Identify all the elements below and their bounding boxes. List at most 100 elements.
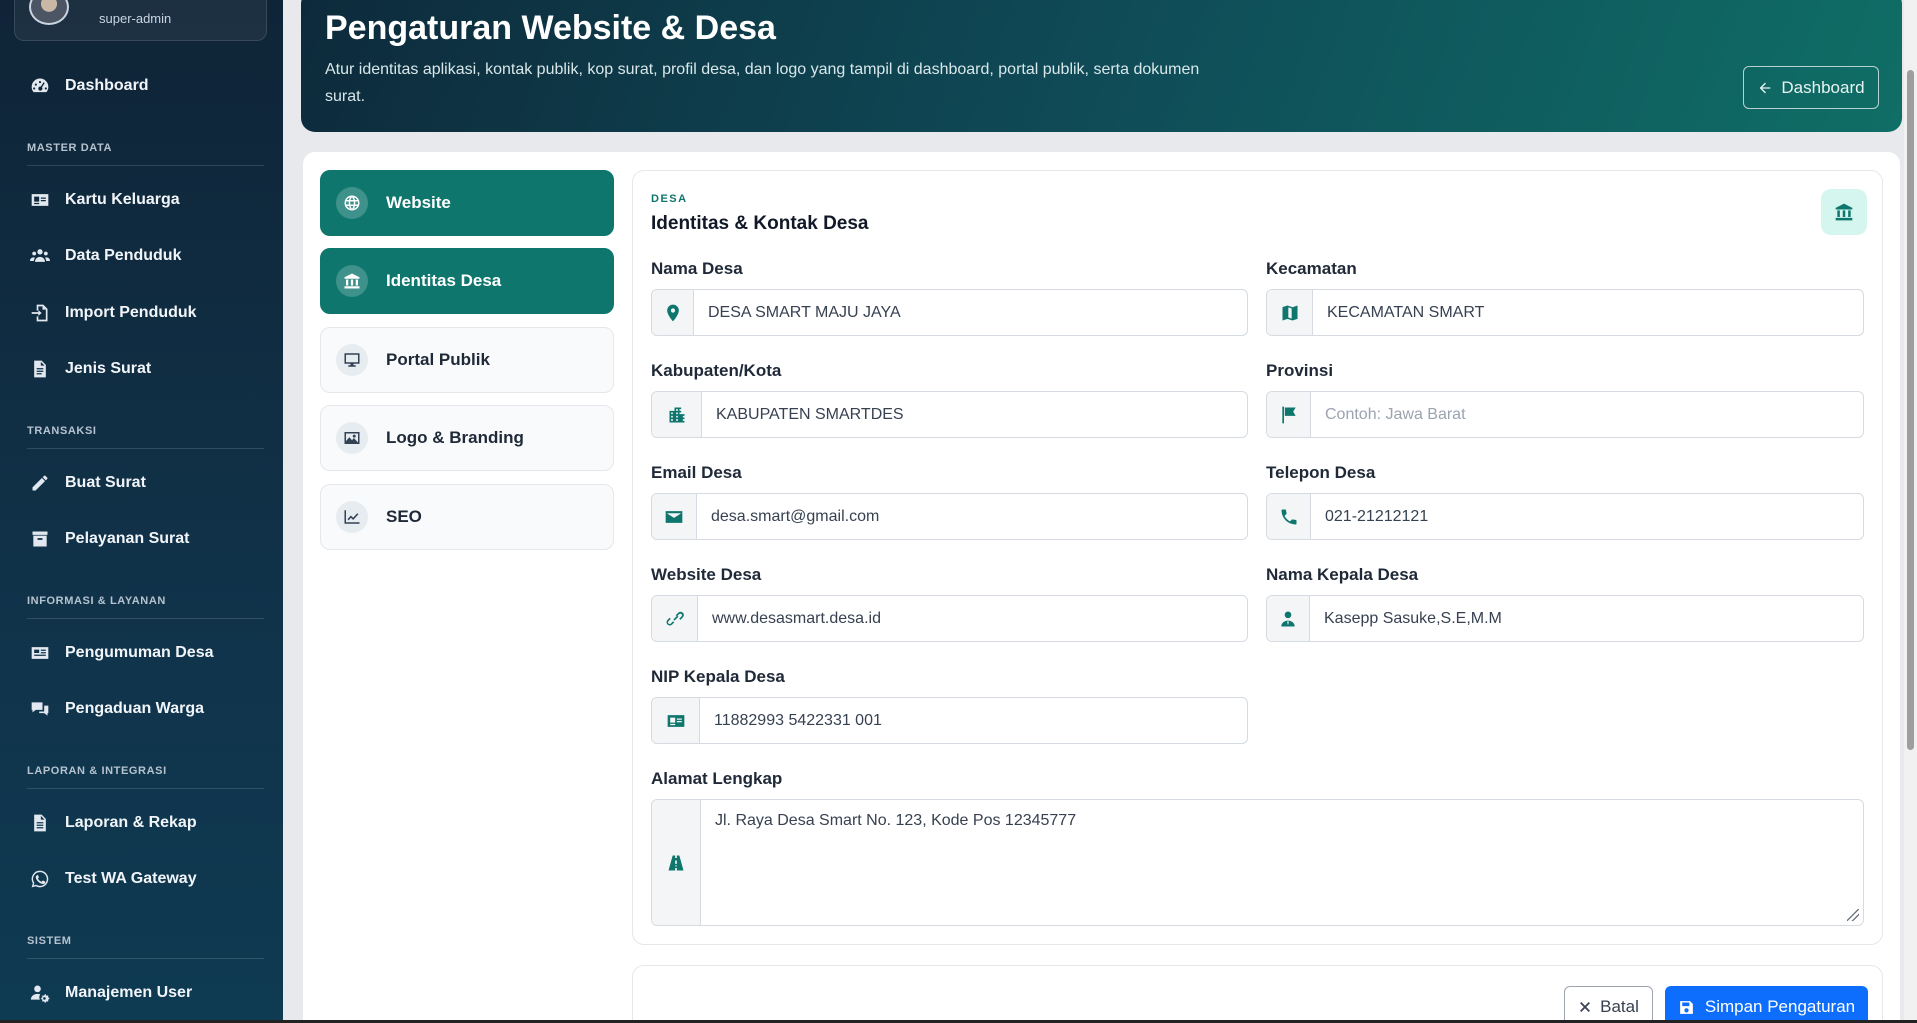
tab-seo[interactable]: SEO [320, 484, 614, 550]
kecamatan-field [1266, 289, 1864, 336]
identitas-panel: DESA Identitas & Kontak Desa Nama Desa K… [632, 170, 1883, 945]
divider [27, 618, 264, 619]
website-input[interactable] [698, 596, 1247, 641]
sidebar-item-label: Pengaduan Warga [65, 700, 204, 717]
tab-website[interactable]: Website [320, 170, 614, 236]
tab-portal-publik[interactable]: Portal Publik [320, 327, 614, 393]
back-to-dashboard-label: Dashboard [1781, 77, 1865, 97]
save-button[interactable]: Simpan Pengaturan [1665, 986, 1868, 1023]
sidebar-item-label: Kartu Keluarga [65, 191, 180, 208]
kabupaten-input[interactable] [702, 392, 1247, 437]
kabupaten-field [651, 391, 1248, 438]
sidebar-item-pelayanan-surat[interactable]: Pelayanan Surat [27, 527, 190, 551]
sidebar-item-dashboard[interactable]: Dashboard [27, 74, 149, 98]
kecamatan-input[interactable] [1313, 290, 1863, 335]
comments-icon [27, 699, 53, 719]
sidebar-item-label: Laporan & Rekap [65, 814, 197, 831]
chart-line-icon [336, 501, 368, 533]
panel-title: Identitas & Kontak Desa [651, 213, 869, 234]
alamat-textarea[interactable]: Jl. Raya Desa Smart No. 123, Kode Pos 12… [701, 800, 1863, 925]
sidebar-item-pengumuman-desa[interactable]: Pengumuman Desa [27, 641, 213, 665]
nip-input[interactable] [700, 698, 1247, 743]
sidebar-item-data-penduduk[interactable]: Data Penduduk [27, 244, 181, 268]
sidebar-item-pengaduan-warga[interactable]: Pengaduan Warga [27, 697, 204, 721]
id-card-icon [652, 698, 700, 743]
desktop-icon [336, 344, 368, 376]
resize-handle[interactable] [1847, 909, 1859, 921]
map-pin-icon [652, 290, 694, 335]
provinsi-label: Provinsi [1266, 361, 1334, 380]
link-icon [652, 596, 698, 641]
kepala-desa-field [1266, 595, 1864, 642]
sidebar: super-admin Dashboard MASTER DATA Kartu … [0, 0, 283, 1023]
page-description: Atur identitas aplikasi, kontak publik, … [325, 61, 1200, 105]
section-sistem: SISTEM [27, 935, 72, 947]
image-icon [336, 422, 368, 454]
tab-logo-branding[interactable]: Logo & Branding [320, 405, 614, 471]
user-card[interactable]: super-admin [14, 0, 267, 41]
telepon-input[interactable] [1311, 494, 1863, 539]
scrollbar-thumb[interactable] [1907, 70, 1914, 750]
close-icon [1580, 1002, 1591, 1012]
nip-label: NIP Kepala Desa [651, 667, 785, 686]
sidebar-item-jenis-surat[interactable]: Jenis Surat [27, 357, 151, 381]
sidebar-item-label: Manajemen User [65, 984, 193, 1001]
section-master-data: MASTER DATA [27, 142, 113, 154]
tab-label: Logo & Branding [386, 428, 524, 447]
sidebar-item-label: Data Penduduk [65, 247, 182, 264]
users-icon [27, 246, 53, 266]
flag-icon [1267, 392, 1311, 437]
sidebar-item-buat-surat[interactable]: Buat Surat [27, 471, 146, 495]
provinsi-input[interactable] [1311, 392, 1863, 437]
telepon-label: Telepon Desa [1266, 463, 1376, 482]
archive-icon [27, 529, 53, 549]
kecamatan-label: Kecamatan [1266, 259, 1357, 278]
nama-desa-label: Nama Desa [651, 259, 743, 278]
email-input[interactable] [697, 494, 1247, 539]
sidebar-item-label: Test WA Gateway [65, 870, 197, 887]
sidebar-item-label: Import Penduduk [65, 304, 197, 321]
sidebar-item-import-penduduk[interactable]: Import Penduduk [27, 301, 197, 325]
arrow-left-icon [1760, 82, 1771, 93]
city-icon [652, 392, 702, 437]
section-laporan: LAPORAN & INTEGRASI [27, 765, 167, 777]
sidebar-item-laporan-rekap[interactable]: Laporan & Rekap [27, 811, 197, 835]
newspaper-icon [27, 643, 53, 663]
back-to-dashboard-button[interactable]: Dashboard [1743, 66, 1879, 109]
website-label: Website Desa [651, 565, 762, 584]
file-import-icon [27, 303, 53, 323]
cancel-label: Batal [1600, 997, 1639, 1016]
floppy-disk-icon [1679, 1000, 1693, 1014]
page-title: Pengaturan Website & Desa [325, 9, 776, 47]
sidebar-item-label: Pelayanan Surat [65, 530, 190, 547]
tab-label: Website [386, 193, 451, 212]
kepala-desa-label: Nama Kepala Desa [1266, 565, 1419, 584]
sidebar-item-label: Buat Surat [65, 474, 146, 491]
id-card-icon [27, 190, 53, 210]
cancel-button[interactable]: Batal [1564, 986, 1653, 1023]
sidebar-item-test-wa-gateway[interactable]: Test WA Gateway [27, 867, 197, 891]
road-icon [652, 800, 701, 925]
website-field [651, 595, 1248, 642]
avatar [29, 0, 69, 25]
sidebar-item-manajemen-user[interactable]: Manajemen User [27, 981, 192, 1005]
tab-label: Identitas Desa [386, 271, 502, 290]
tab-identitas-desa[interactable]: Identitas Desa [320, 248, 614, 314]
sidebar-item-kartu-keluarga[interactable]: Kartu Keluarga [27, 188, 180, 212]
provinsi-field [1266, 391, 1864, 438]
settings-card: Website Identitas Desa Portal Publik Log… [303, 152, 1900, 1023]
landmark-icon [336, 265, 368, 297]
map-icon [1267, 290, 1313, 335]
form-actions: Batal Simpan Pengaturan [632, 965, 1883, 1023]
kepala-desa-input[interactable] [1310, 596, 1863, 641]
user-tie-icon [1267, 596, 1310, 641]
alamat-label: Alamat Lengkap [651, 769, 783, 788]
nama-desa-input[interactable] [694, 290, 1247, 335]
save-label: Simpan Pengaturan [1704, 997, 1856, 1016]
gauge-icon [27, 76, 53, 96]
page-scrollbar[interactable] [1904, 0, 1917, 1023]
user-role: super-admin [99, 11, 172, 26]
divider [27, 165, 264, 166]
panel-eyebrow: DESA [651, 193, 688, 205]
sidebar-item-label: Dashboard [65, 77, 149, 94]
